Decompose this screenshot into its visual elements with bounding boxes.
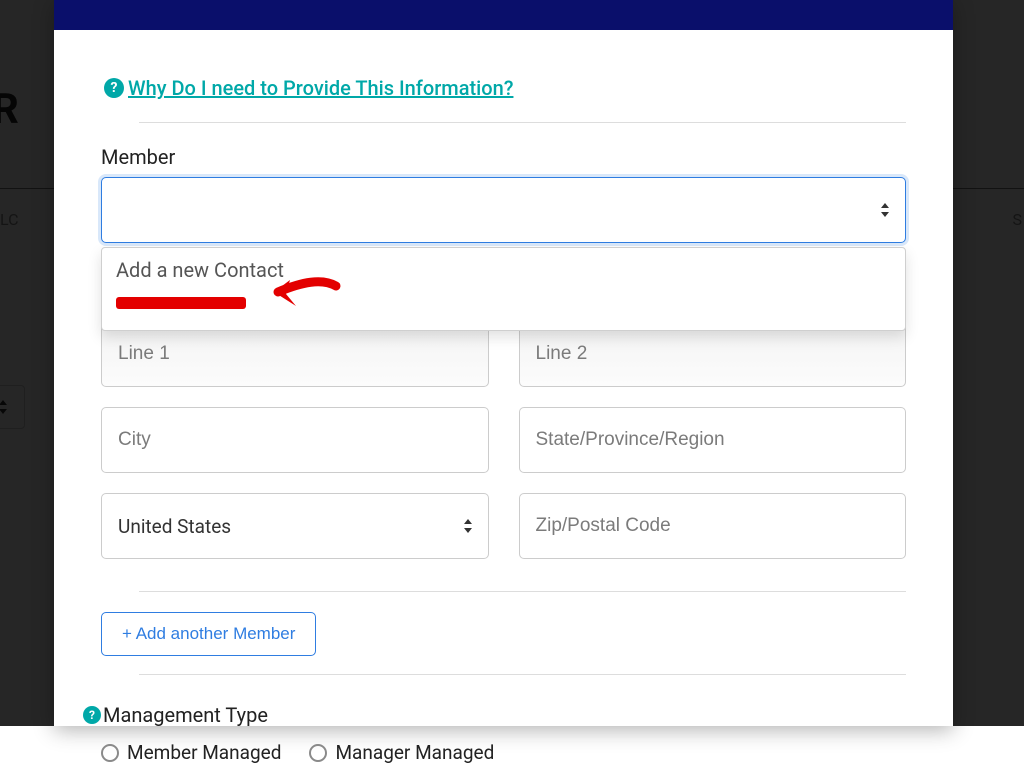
radio-manager-managed[interactable]: Manager Managed bbox=[309, 741, 494, 764]
add-another-member-button[interactable]: + Add another Member bbox=[101, 612, 316, 656]
member-modal: ? Why Do I need to Provide This Informat… bbox=[54, 0, 953, 726]
help-link-text: Why Do I need to Provide This Informatio… bbox=[128, 76, 513, 100]
city-input[interactable] bbox=[101, 407, 489, 473]
radio-icon bbox=[101, 744, 119, 762]
select-caret-icon bbox=[464, 519, 472, 533]
divider bbox=[139, 674, 906, 675]
country-select[interactable]: United States bbox=[101, 493, 489, 559]
redaction-mark bbox=[116, 297, 246, 309]
divider bbox=[139, 591, 906, 592]
member-label: Member bbox=[101, 145, 906, 169]
radio-member-managed[interactable]: Member Managed bbox=[101, 741, 281, 764]
member-dropdown: Add a new Contact bbox=[101, 247, 906, 331]
radio-label: Manager Managed bbox=[335, 741, 494, 764]
zip-input[interactable] bbox=[519, 493, 907, 559]
modal-header-bar bbox=[54, 0, 953, 30]
radio-label: Member Managed bbox=[127, 741, 281, 764]
management-type-text: Management Type bbox=[103, 703, 268, 727]
state-input[interactable] bbox=[519, 407, 907, 473]
dropdown-add-new-contact[interactable]: Add a new Contact bbox=[102, 252, 905, 288]
select-caret-icon bbox=[881, 203, 889, 217]
question-circle-icon: ? bbox=[104, 78, 124, 98]
member-select[interactable]: Add a new Contact bbox=[101, 177, 906, 243]
management-type-label: ? Management Type bbox=[83, 703, 906, 727]
question-circle-icon[interactable]: ? bbox=[83, 706, 101, 724]
country-value: United States bbox=[118, 515, 231, 538]
divider bbox=[139, 122, 906, 123]
dropdown-existing-contact-redacted[interactable] bbox=[102, 288, 905, 320]
radio-icon bbox=[309, 744, 327, 762]
why-provide-info-link[interactable]: ? Why Do I need to Provide This Informat… bbox=[104, 76, 513, 100]
